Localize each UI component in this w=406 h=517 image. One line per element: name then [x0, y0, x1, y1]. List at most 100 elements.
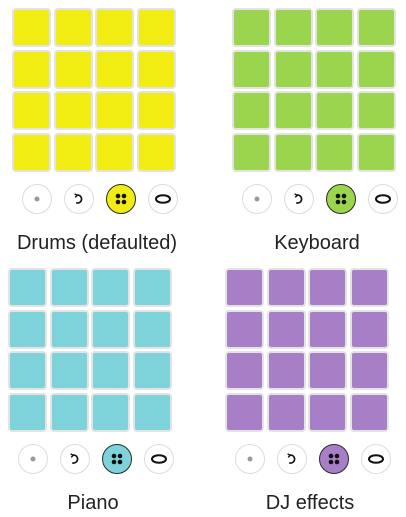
pad-r1-c4[interactable]	[136, 8, 176, 47]
pad-r2-c2[interactable]	[266, 309, 306, 349]
loop-button[interactable]	[144, 444, 174, 474]
pad-r4-c2[interactable]	[49, 392, 89, 432]
pad-r1-c3[interactable]	[91, 268, 130, 307]
pad-r1-c4[interactable]	[356, 8, 396, 47]
pad-r1-c2[interactable]	[53, 8, 93, 47]
loop-icon	[154, 193, 172, 205]
pad-r2-c2[interactable]	[49, 309, 89, 349]
pad-r1-c1[interactable]	[12, 8, 51, 47]
pad-r1-c4[interactable]	[349, 268, 389, 307]
pad-r3-c1[interactable]	[232, 91, 271, 130]
pad-r2-c4[interactable]	[349, 309, 389, 349]
pad-grid	[232, 8, 402, 178]
pad-r3-c1[interactable]	[12, 91, 51, 130]
pad-r1-c1[interactable]	[8, 268, 47, 307]
dot-icon	[252, 194, 262, 204]
pad-r3-c4[interactable]	[132, 351, 172, 390]
control-bar	[232, 184, 402, 216]
record-button[interactable]	[242, 184, 272, 214]
pad-r1-c2[interactable]	[273, 8, 313, 47]
pad-r2-c4[interactable]	[136, 49, 176, 89]
pad-r4-c1[interactable]	[8, 392, 47, 432]
pad-r2-c3[interactable]	[95, 49, 134, 89]
pad-r4-c2[interactable]	[273, 132, 313, 172]
instrument-label: DJ effects	[265, 492, 355, 514]
pad-r4-c4[interactable]	[349, 392, 389, 432]
pad-r4-c1[interactable]	[232, 132, 271, 172]
grid-icon	[334, 192, 348, 206]
dot-icon	[28, 454, 38, 464]
pad-r1-c2[interactable]	[49, 268, 89, 307]
pad-r3-c2[interactable]	[53, 91, 93, 130]
pad-layout-button[interactable]	[106, 184, 136, 214]
pad-r4-c3[interactable]	[308, 392, 347, 432]
loop-button[interactable]	[368, 184, 398, 214]
pad-r4-c4[interactable]	[132, 392, 172, 432]
pad-r4-c4[interactable]	[356, 132, 396, 172]
pad-r3-c4[interactable]	[136, 91, 176, 130]
pad-r2-c1[interactable]	[232, 49, 271, 89]
pad-layout-button[interactable]	[326, 184, 356, 214]
pad-r4-c3[interactable]	[315, 132, 354, 172]
pad-r3-c2[interactable]	[266, 351, 306, 390]
instrument-label: Keyboard	[274, 232, 360, 254]
pad-r2-c4[interactable]	[356, 49, 396, 89]
pad-r1-c1[interactable]	[232, 8, 271, 47]
pad-r3-c4[interactable]	[349, 351, 389, 390]
loop-button[interactable]	[361, 444, 391, 474]
pad-r3-c3[interactable]	[91, 351, 130, 390]
pad-r2-c2[interactable]	[273, 49, 313, 89]
pad-r4-c2[interactable]	[266, 392, 306, 432]
pad-r4-c1[interactable]	[12, 132, 51, 172]
pad-r3-c2[interactable]	[273, 91, 313, 130]
pad-r3-c4[interactable]	[356, 91, 396, 130]
record-button[interactable]	[235, 444, 265, 474]
undo-button[interactable]	[284, 184, 314, 214]
pad-r1-c3[interactable]	[315, 8, 354, 47]
record-button[interactable]	[18, 444, 48, 474]
pad-r1-c2[interactable]	[266, 268, 306, 307]
undo-button[interactable]	[60, 444, 90, 474]
pad-r1-c3[interactable]	[95, 8, 134, 47]
pad-r3-c3[interactable]	[308, 351, 347, 390]
pad-r3-c3[interactable]	[315, 91, 354, 130]
pad-r2-c3[interactable]	[91, 309, 130, 349]
dot-icon	[32, 194, 42, 204]
pad-r3-c1[interactable]	[8, 351, 47, 390]
undo-button[interactable]	[277, 444, 307, 474]
pad-grid	[12, 8, 182, 178]
pad-r2-c4[interactable]	[132, 309, 172, 349]
control-bar	[8, 444, 178, 476]
instrument-label: Drums (defaulted)	[16, 232, 178, 254]
undo-icon	[68, 452, 82, 466]
pad-r1-c3[interactable]	[308, 268, 347, 307]
pad-grid	[225, 268, 395, 438]
pad-r4-c3[interactable]	[95, 132, 134, 172]
record-button[interactable]	[22, 184, 52, 214]
pad-r2-c3[interactable]	[308, 309, 347, 349]
pad-r3-c3[interactable]	[95, 91, 134, 130]
loop-icon	[367, 453, 385, 465]
grid-icon	[114, 192, 128, 206]
pad-layout-button[interactable]	[319, 444, 349, 474]
pad-r2-c2[interactable]	[53, 49, 93, 89]
pad-layout-button[interactable]	[102, 444, 132, 474]
control-bar	[225, 444, 395, 476]
pad-r2-c1[interactable]	[12, 49, 51, 89]
pad-r4-c2[interactable]	[53, 132, 93, 172]
loop-icon	[150, 453, 168, 465]
pad-r1-c1[interactable]	[225, 268, 264, 307]
pad-r1-c4[interactable]	[132, 268, 172, 307]
pad-r4-c1[interactable]	[225, 392, 264, 432]
pad-r2-c1[interactable]	[8, 309, 47, 349]
loop-button[interactable]	[148, 184, 178, 214]
pad-r4-c3[interactable]	[91, 392, 130, 432]
pad-r3-c1[interactable]	[225, 351, 264, 390]
pad-r2-c1[interactable]	[225, 309, 264, 349]
dot-icon	[245, 454, 255, 464]
grid-icon	[110, 452, 124, 466]
pad-r3-c2[interactable]	[49, 351, 89, 390]
undo-button[interactable]	[64, 184, 94, 214]
pad-r2-c3[interactable]	[315, 49, 354, 89]
pad-r4-c4[interactable]	[136, 132, 176, 172]
